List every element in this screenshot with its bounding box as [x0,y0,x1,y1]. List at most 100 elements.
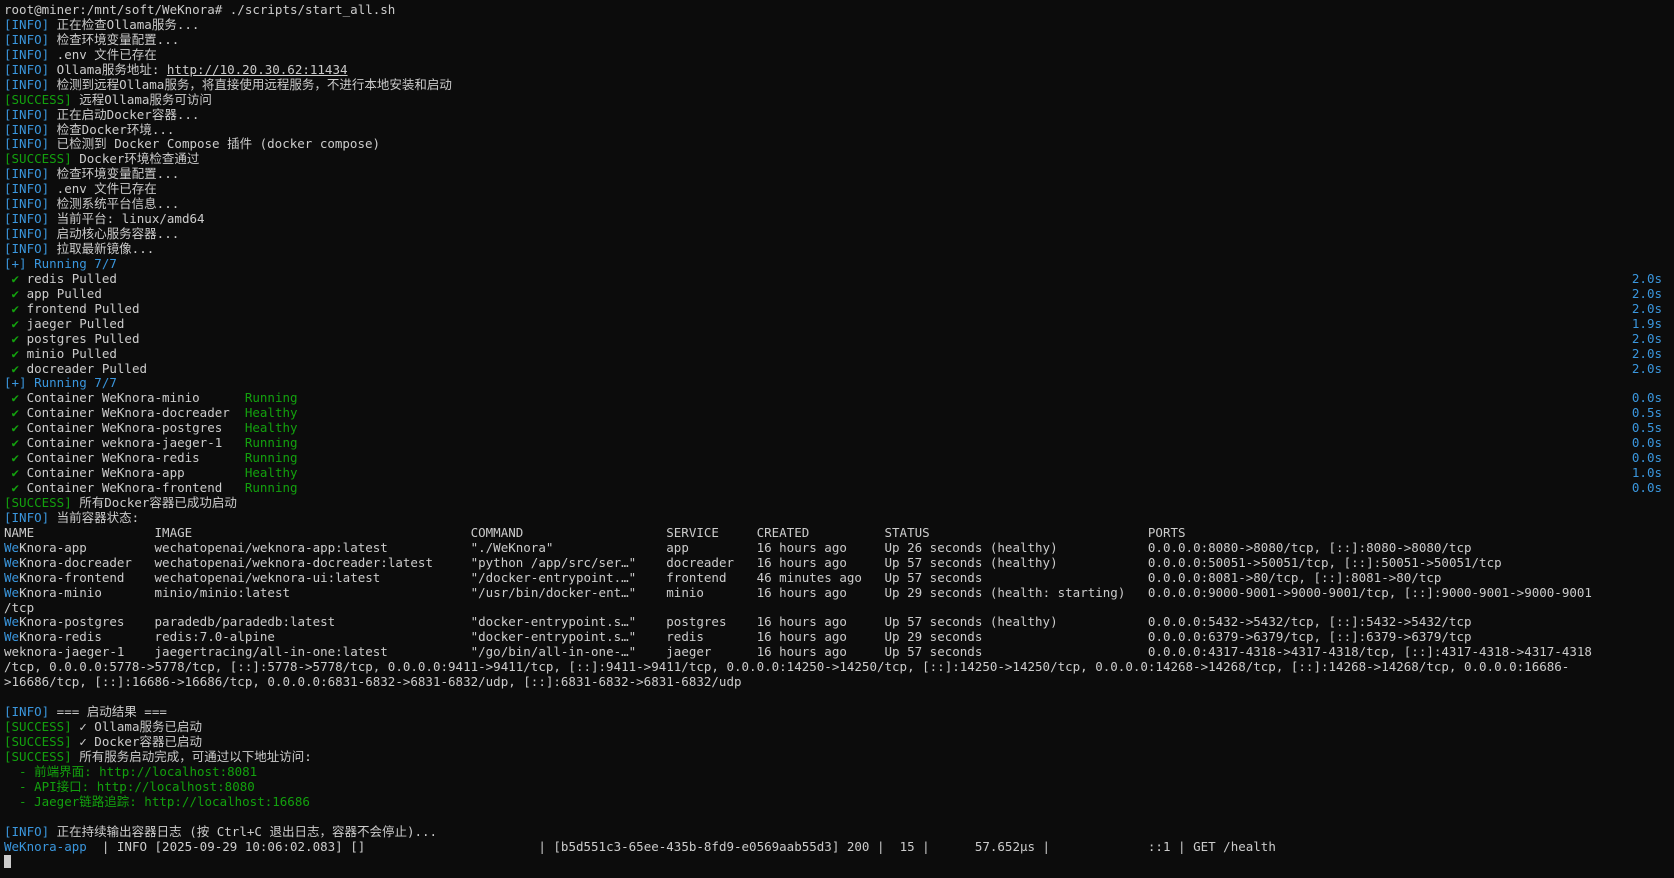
log-text: ✓ Docker容器已启动 [71,733,202,749]
row-name: Knora-frontend [19,569,125,585]
check-icon: ✔ [4,285,20,301]
container-line: ✔ Container WeKnora-app Healthy 1.0s [4,465,1674,481]
log-tag: [INFO] [4,16,50,32]
pull-line: ✔ postgres Pulled 2.0s [4,330,1674,347]
row-text: >16686/tcp, [::]:16686->16686/tcp, 0.0.0… [4,674,742,690]
container-line: ✔ Container WeKnora-docreader Healthy 0.5… [4,405,1674,421]
log-text: 拉取最新镜像... [49,241,155,256]
terminal-window[interactable]: root@miner:/mnt/soft/WeKnora# ./scripts/… [0,0,1674,878]
log-tag: [SUCCESS] [4,91,72,107]
log-tag: [INFO] [4,76,50,92]
duration: 2.0s [1631,270,1662,286]
container-line: ✔ Container WeKnora-redis Running 0.0s [4,450,1674,466]
log-tag: [INFO] [4,136,50,152]
check-icon: ✔ [4,450,20,466]
log-text: 当前容器状态: [49,509,140,525]
log-tag: [INFO] [4,121,50,137]
log-tag: [INFO] [4,106,50,122]
log-tag: [INFO] [4,241,50,256]
log-text: 检测系统平台信息... [49,196,180,212]
container-name: Container WeKnora-docreader [19,405,245,421]
duration: 2.0s [1631,300,1662,316]
log-line: [SUCCESS] ✓ Docker容器已启动 [4,733,1674,750]
pull-text: redis Pulled [19,270,117,286]
duration: 2.0s [1631,360,1662,376]
pull-text: postgres Pulled [19,330,140,346]
row-name-prefix: We [4,554,20,570]
row-rest: wechatopenai/weknora-app:latest "./WeKno… [86,539,1472,555]
log-tag: [INFO] [4,46,50,62]
access-link[interactable]: - Jaeger链路追踪: http://localhost:16686 [4,794,310,809]
row-rest: minio/minio:latest "/usr/bin/docker-ent…… [101,584,1592,600]
log-text: 已检测到 Docker Compose 插件 (docker compose) [49,136,381,152]
access-link-line: - API接口: http://localhost:8080 [4,779,1674,795]
log-line: [SUCCESS] 远程Ollama服务可访问 [4,91,1674,108]
access-link-line: - 前端界面: http://localhost:8081 [4,764,1674,780]
check-icon: ✔ [4,420,20,436]
log-line: [INFO] .env 文件已存在 [4,181,1674,197]
cursor-line [4,854,1674,869]
pull-text: frontend Pulled [19,300,140,316]
table-row: WeKnora-minio minio/minio:latest "/usr/b… [4,584,1674,601]
access-link-line: - Jaeger链路追踪: http://localhost:16686 [4,794,1674,810]
row-name-prefix: We [4,614,20,630]
log-text: 启动核心服务容器... [49,226,180,242]
check-icon: ✔ [4,405,20,421]
container-name: Container WeKnora-redis [19,450,245,466]
table-row: WeKnora-postgres paradedb/paradedb:lates… [4,614,1674,630]
log-line: [INFO] 检查Docker环境... [4,121,1674,138]
terminal-cursor[interactable] [4,855,11,869]
prompt-line: root@miner:/mnt/soft/WeKnora# ./scripts/… [4,2,1674,18]
log-text: === 启动结果 === [49,704,167,720]
container-line: ✔ Container WeKnora-frontend Running 0.0s [4,480,1674,496]
log-text: 远程Ollama服务可访问 [71,91,212,107]
container-state: Running [244,435,298,451]
log-source: WeKnora-app [4,838,87,854]
check-icon: ✔ [4,270,20,286]
log-text: 正在持续输出容器日志 (按 Ctrl+C 退出日志，容器不会停止)... [49,823,438,839]
log-line: [INFO] 检查环境变量配置... [4,32,1674,48]
log-line: [SUCCESS] 所有服务启动完成，可通过以下地址访问: [4,749,1674,765]
table-row: >16686/tcp, [::]:16686->16686/tcp, 0.0.0… [4,674,1674,690]
pull-text: app Pulled [19,285,102,301]
log-tag: [INFO] [4,196,50,212]
container-state: Healthy [244,465,298,481]
row-text: weknora-jaeger-1 [4,644,125,660]
row-name: Knora-docreader [19,554,132,570]
log-line: [INFO] Ollama服务地址: http://10.20.30.62:11… [4,61,1674,78]
pull-line: ✔ app Pulled 2.0s [4,285,1674,302]
log-tag: [INFO] [4,166,50,182]
log-tag: [INFO] [4,61,50,77]
log-line: [INFO] 检测系统平台信息... [4,196,1674,212]
log-tag: [INFO] [4,181,50,197]
log-line: [INFO] 已检测到 Docker Compose 插件 (docker co… [4,136,1674,152]
duration: 0.0s [1631,435,1662,451]
row-name: Knora-app [19,539,87,555]
access-link[interactable]: - 前端界面: http://localhost:8081 [4,764,257,779]
running-line: [+] Running 7/7 [4,256,1674,272]
access-link[interactable]: - API接口: http://localhost:8080 [4,779,255,794]
table-header-text: NAME IMAGE COMMAND SERVICE CREATED STATU… [4,524,1186,540]
ollama-url-link[interactable]: http://10.20.30.62:11434 [167,62,348,77]
check-icon: ✔ [4,360,20,376]
row-rest: wechatopenai/weknora-docreader:latest "p… [131,554,1502,570]
app-log-line: WeKnora-app | INFO [2025-09-29 10:06:02.… [4,838,1674,855]
pull-text: jaeger Pulled [19,315,125,331]
container-line: ✔ Container WeKnora-postgres Healthy 0.5s [4,420,1674,436]
row-rest: wechatopenai/weknora-ui:latest "/docker-… [124,569,1442,585]
pull-line: ✔ docreader Pulled 2.0s [4,360,1674,377]
table-row: /tcp [4,600,1674,616]
duration: 2.0s [1631,345,1662,361]
pull-line: ✔ jaeger Pulled 1.9s [4,315,1674,332]
table-header: NAME IMAGE COMMAND SERVICE CREATED STATU… [4,524,1674,541]
duration: 0.5s [1631,420,1662,436]
table-row: /tcp, 0.0.0.0:5778->5778/tcp, [::]:5778-… [4,659,1674,675]
log-line: [INFO] 正在启动Docker容器... [4,106,1674,123]
check-icon: ✔ [4,330,20,346]
log-text: | INFO [2025-09-29 10:06:02.083] [] | [b… [86,838,1276,854]
container-name: Container WeKnora-minio [19,390,245,406]
container-line: ✔ Container WeKnora-minio Running 0.0s [4,390,1674,406]
row-text: /tcp, 0.0.0.0:5778->5778/tcp, [::]:5778-… [4,659,1570,675]
